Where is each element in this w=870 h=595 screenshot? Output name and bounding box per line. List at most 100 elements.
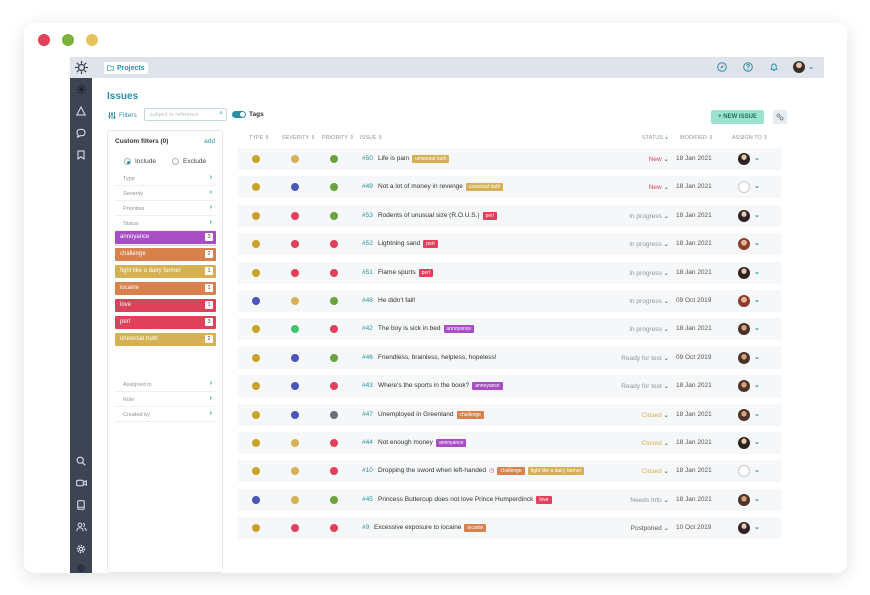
- issue-number[interactable]: #52: [362, 240, 373, 247]
- assignee-avatar[interactable]: [738, 266, 750, 279]
- issue-number[interactable]: #44: [362, 439, 373, 446]
- issue-row[interactable]: #42 The boy is sick in bed annoyance In pro…: [238, 318, 781, 341]
- filters-button[interactable]: Filters: [108, 112, 137, 119]
- issue-number[interactable]: #10: [362, 467, 373, 474]
- column-modified[interactable]: MODIFIED ⇕: [680, 135, 713, 141]
- users-icon[interactable]: [74, 520, 88, 534]
- issue-row[interactable]: #9 Excessive exposure to iocaine iocaine Po…: [238, 517, 781, 540]
- issue-number[interactable]: #49: [362, 183, 373, 190]
- issue-tag[interactable]: universal truth: [412, 155, 450, 163]
- issue-title[interactable]: Dropping the sword when left-handed ◷ chal…: [378, 467, 585, 476]
- app-logo-icon[interactable]: [71, 57, 92, 78]
- tag-filter-love[interactable]: love 1: [115, 299, 216, 312]
- assignee-avatar[interactable]: [738, 238, 750, 251]
- table-settings-button[interactable]: [773, 110, 787, 124]
- issue-title[interactable]: Flame spurts perl: [378, 268, 433, 277]
- window-close-button[interactable]: [38, 34, 50, 46]
- issue-tag[interactable]: iocaine: [464, 524, 487, 533]
- issue-tag[interactable]: love: [536, 495, 552, 504]
- filter-row-role[interactable]: Role ›: [115, 393, 216, 407]
- chevron-down-icon[interactable]: ⌄: [754, 353, 760, 361]
- assignee-avatar[interactable]: [738, 181, 750, 194]
- help-icon[interactable]: [741, 60, 755, 74]
- assignee-avatar[interactable]: [738, 351, 750, 364]
- tag-filter-perl[interactable]: perl 3: [115, 316, 216, 329]
- issue-title[interactable]: Not a lot of money in revenge universal t…: [378, 183, 504, 192]
- issue-row[interactable]: #48 He didn't fall! In progress ⌄ 09 Oct 20…: [238, 290, 781, 312]
- tag-filter-challenge[interactable]: challenge 2: [115, 248, 216, 261]
- issue-title[interactable]: Friendless, brainless, helpless, hopeles…: [378, 354, 497, 361]
- issue-tag[interactable]: fight like a dairy farmer: [527, 467, 585, 476]
- issue-row[interactable]: #49 Not a lot of money in revenge universa…: [238, 176, 781, 199]
- include-radio[interactable]: Include: [124, 158, 156, 165]
- chevron-down-icon[interactable]: ⌄: [754, 239, 760, 247]
- issue-number[interactable]: #47: [362, 411, 373, 418]
- assignee-avatar[interactable]: [738, 493, 750, 506]
- new-issue-button[interactable]: + NEW ISSUE: [711, 110, 764, 124]
- status-dropdown[interactable]: Closed ⌄: [642, 411, 670, 419]
- issue-number[interactable]: #9: [362, 524, 369, 531]
- column-assign-to[interactable]: ASSIGN TO ⇕: [732, 135, 768, 141]
- issue-title[interactable]: Excessive exposure to iocaine iocaine: [374, 524, 487, 533]
- book-icon[interactable]: [74, 498, 88, 512]
- bell-icon[interactable]: [767, 60, 781, 74]
- project-icon[interactable]: [74, 82, 88, 96]
- issue-row[interactable]: #52 Lightning sand perl In progress ⌄ 18 Jan…: [238, 233, 781, 256]
- tag-filter-universal-truth[interactable]: universal truth 2: [115, 333, 216, 346]
- filter-row-priorities[interactable]: Priorities ›: [115, 202, 216, 216]
- issue-row[interactable]: #51 Flame spurts perl In progress ⌄ 18 Jan 2…: [238, 261, 781, 284]
- chevron-down-icon[interactable]: ⌄: [754, 211, 760, 219]
- status-dropdown[interactable]: Ready for test ⌄: [621, 354, 669, 362]
- filter-row-assigned-to[interactable]: Assigned to ›: [115, 378, 216, 392]
- issue-row[interactable]: #53 Rodents of unusual size (R.O.U.S.) per…: [238, 204, 781, 227]
- breadcrumb[interactable]: Projects: [104, 62, 148, 74]
- alert-icon[interactable]: [74, 104, 88, 118]
- bookmark-icon[interactable]: [74, 148, 88, 162]
- issue-row[interactable]: #47 Unemployed in Greenland challenge Close…: [238, 403, 781, 426]
- chevron-down-icon[interactable]: ⌄: [754, 154, 760, 162]
- assignee-avatar[interactable]: [738, 408, 750, 421]
- issue-title[interactable]: The boy is sick in bed annoyance: [378, 325, 474, 334]
- add-filter-button[interactable]: add: [204, 138, 215, 145]
- tag-filter-iocaine[interactable]: iocaine 1: [115, 282, 216, 295]
- issue-tag[interactable]: perl: [423, 240, 438, 249]
- issue-number[interactable]: #43: [362, 382, 373, 389]
- column-status[interactable]: STATUS ⇣: [642, 135, 669, 141]
- issue-row[interactable]: #43 Where's the sports in the book? annoya…: [238, 375, 781, 398]
- column-priority[interactable]: PRIORITY ⇕: [322, 135, 354, 141]
- issue-number[interactable]: #45: [362, 496, 373, 503]
- tag-filter-fight-like-a-dairy-farmer[interactable]: fight like a dairy farmer 1: [115, 265, 216, 278]
- issue-number[interactable]: #48: [362, 297, 373, 304]
- filter-row-severity[interactable]: Severity ›: [115, 187, 216, 201]
- issue-row[interactable]: #46 Friendless, brainless, helpless, hope…: [238, 346, 781, 369]
- issue-number[interactable]: #46: [362, 354, 373, 361]
- assignee-avatar[interactable]: [738, 153, 750, 165]
- exclude-radio[interactable]: Exclude: [172, 158, 206, 165]
- assignee-avatar[interactable]: [738, 522, 750, 535]
- video-icon[interactable]: [74, 476, 88, 490]
- issue-title[interactable]: Princess Buttercup does not love Prince …: [378, 495, 552, 504]
- issue-tag[interactable]: perl: [482, 211, 497, 220]
- assignee-avatar[interactable]: [738, 295, 750, 307]
- user-menu[interactable]: ⌄: [793, 61, 814, 73]
- status-dropdown[interactable]: Closed ⌄: [642, 439, 670, 447]
- issue-tag[interactable]: annoyance: [472, 382, 503, 391]
- chevron-down-icon[interactable]: ⌄: [754, 466, 760, 474]
- column-severity[interactable]: SEVERITY ⇕: [282, 135, 315, 141]
- status-dropdown[interactable]: Ready for test ⌄: [621, 382, 669, 390]
- column-issue[interactable]: ISSUE ⇕: [360, 135, 383, 141]
- chat-icon[interactable]: [74, 126, 88, 140]
- issue-row[interactable]: #10 Dropping the sword when left-handed ◷ c…: [238, 460, 781, 483]
- filter-row-type[interactable]: Type ›: [115, 172, 216, 186]
- chevron-down-icon[interactable]: ⌄: [754, 381, 760, 389]
- gear-icon[interactable]: [74, 542, 88, 556]
- issue-title[interactable]: Where's the sports in the book? annoyance: [378, 382, 503, 391]
- assignee-avatar[interactable]: [738, 465, 750, 478]
- status-dropdown[interactable]: In progress ⌄: [629, 269, 669, 277]
- chevron-down-icon[interactable]: ⌄: [754, 410, 760, 418]
- status-dropdown[interactable]: Needs Info ⌄: [630, 496, 669, 504]
- status-dropdown[interactable]: New ⌄: [649, 155, 669, 163]
- column-type[interactable]: TYPE ⇕: [249, 135, 270, 141]
- issue-tag[interactable]: annoyance: [443, 325, 474, 334]
- chevron-down-icon[interactable]: ⌄: [754, 268, 760, 276]
